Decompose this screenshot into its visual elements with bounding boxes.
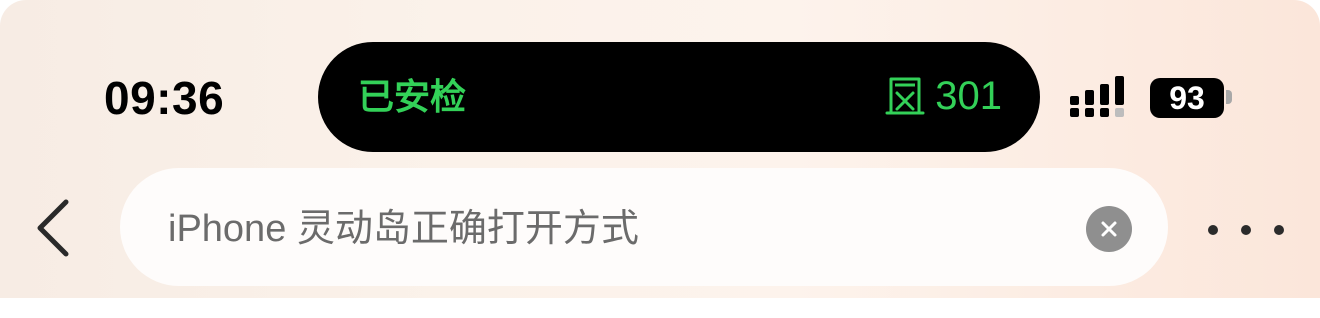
more-dot — [1241, 225, 1251, 235]
search-field[interactable]: iPhone 灵动岛正确打开方式 — [120, 168, 1168, 286]
battery-indicator: 93 — [1150, 78, 1224, 118]
clear-x-icon[interactable] — [1086, 206, 1132, 252]
island-status-text: 已安检 — [358, 76, 467, 117]
header-area: 09:36 已安检 301 93 iPhone 灵动岛正确打开方式 — [0, 0, 1320, 298]
battery-tip — [1226, 90, 1232, 104]
status-time: 09:36 — [104, 72, 225, 124]
cellular-signal-icon — [1070, 76, 1124, 117]
clear-cross-glyph — [1101, 221, 1117, 237]
chevron-left-icon[interactable] — [32, 196, 80, 260]
more-dots-icon[interactable] — [1208, 210, 1284, 250]
gate-number: 301 — [935, 74, 1002, 118]
more-dot — [1274, 225, 1284, 235]
dynamic-island[interactable]: 已安检 301 — [318, 42, 1040, 152]
boarding-gate-icon — [885, 77, 925, 115]
phone-screen: 09:36 已安检 301 93 iPhone 灵动岛正确打开方式 — [0, 0, 1320, 318]
search-input[interactable]: iPhone 灵动岛正确打开方式 — [168, 206, 639, 252]
island-gate-info: 301 — [885, 72, 1002, 120]
more-dot — [1208, 225, 1218, 235]
